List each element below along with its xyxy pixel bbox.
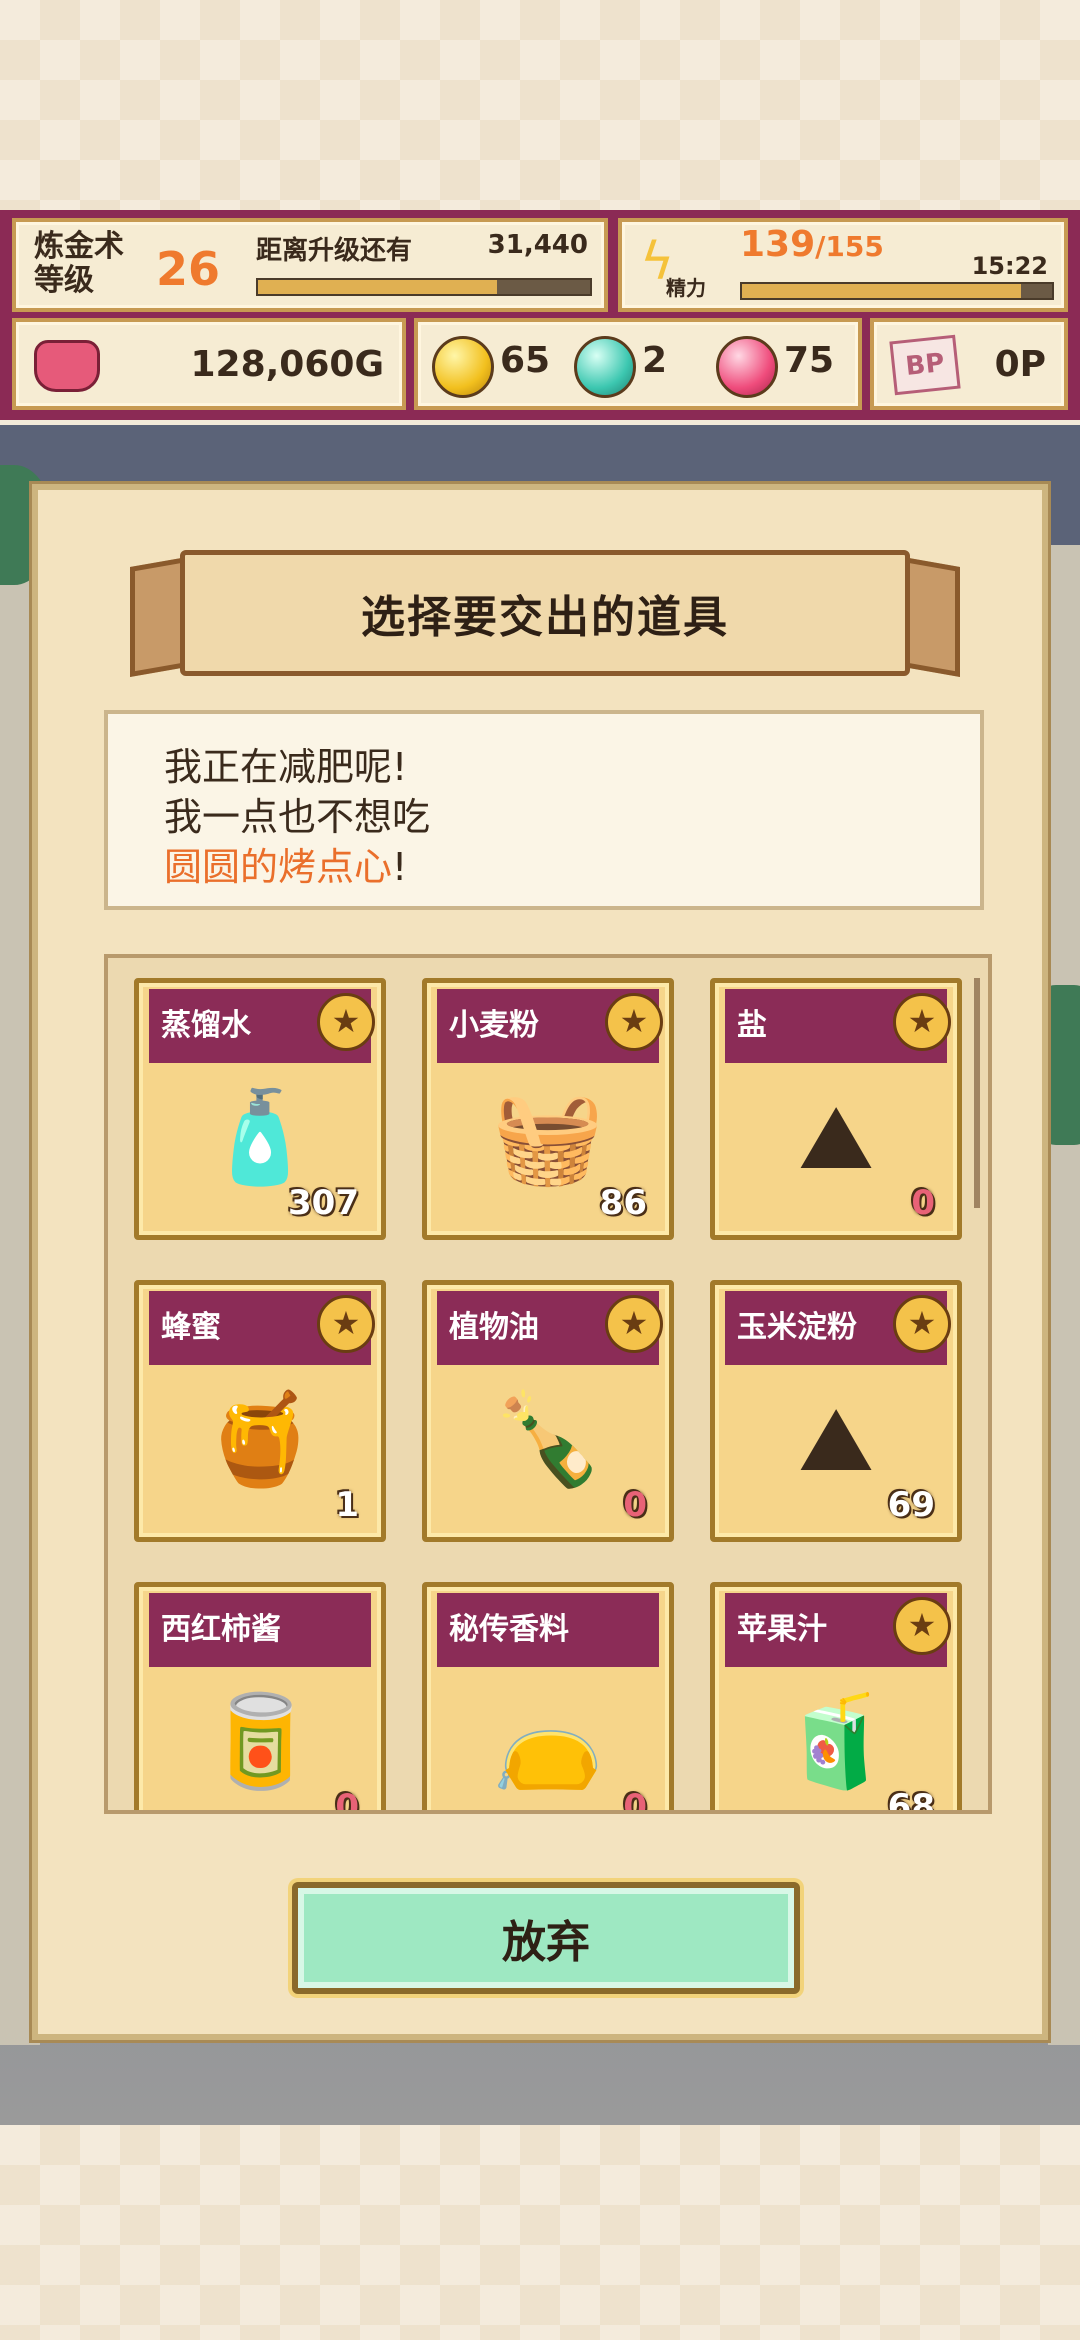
item-grid[interactable]: 蒸馏水 ★ 🧴 307 小麦粉 ★ 🧺 86 盐 ★ ⛰ 0 蜂蜜 ★ 🍯 1 植物油 ★ 🍾 0 玉米淀粉 ★ ⛰ 69 西红… [104, 954, 992, 1814]
flour-sack-icon: 🧺 [491, 1085, 605, 1190]
gold-panel[interactable]: 128,060G [12, 318, 406, 410]
item-card[interactable]: 小麦粉 ★ 🧺 86 [422, 978, 674, 1240]
item-card[interactable]: 西红柿酱 🥫 0 [134, 1582, 386, 1814]
speech-end: ! [392, 845, 408, 889]
star-icon: ★ [893, 1295, 951, 1353]
starch-pile-icon: ⛰ [798, 1387, 874, 1492]
energy-bar [740, 282, 1054, 300]
dialog-title-banner: 选择要交出的道具 [180, 550, 910, 676]
cyan-gem-icon [574, 336, 636, 398]
speech-highlight: 圆圆的烤点心 [164, 845, 393, 889]
pink-gem-icon [716, 336, 778, 398]
gems-panel[interactable]: 65 2 75 [414, 318, 862, 410]
yellow-gem-icon [432, 336, 494, 398]
item-count: 68 [887, 1787, 935, 1814]
honey-jar-icon: 🍯 [203, 1387, 317, 1492]
bp-icon: BP [889, 334, 961, 396]
item-count: 1 [335, 1485, 359, 1525]
item-name: 西红柿酱 [149, 1593, 371, 1667]
salt-pile-icon: ⛰ [798, 1085, 874, 1190]
item-card[interactable]: 盐 ★ ⛰ 0 [710, 978, 962, 1240]
item-count: 0 [623, 1485, 647, 1525]
energy-timer: 15:22 [971, 252, 1048, 280]
item-card[interactable]: 秘传香料 👝 0 [422, 1582, 674, 1814]
bottom-background [0, 2125, 1080, 2340]
item-grid-scrollbar[interactable] [974, 978, 980, 1208]
next-level-label: 距离升级还有 [256, 236, 413, 266]
energy-bar-fill [742, 284, 1021, 298]
item-count: 86 [599, 1183, 647, 1223]
dialog-title: 选择要交出的道具 [361, 592, 729, 643]
oil-bottle-icon: 🍾 [491, 1387, 605, 1492]
speech-line-2: 我一点也不想吃 [164, 795, 431, 839]
item-name: 秘传香料 [437, 1593, 659, 1667]
item-card[interactable]: 苹果汁 ★ 🧃 68 [710, 1582, 962, 1814]
gold-value: 128,060G [190, 344, 384, 385]
speech-line-1: 我正在减肥呢! [164, 745, 408, 789]
pink-gem-count: 75 [784, 340, 835, 381]
yellow-gem-count: 65 [500, 340, 551, 381]
abandon-button[interactable]: 放弃 [292, 1882, 800, 1994]
alchemy-level-panel: 炼金术 等级 26 距离升级还有 31,440 [12, 218, 608, 312]
speech-line-3: 圆圆的烤点心! [164, 842, 924, 892]
star-icon: ★ [893, 993, 951, 1051]
item-count: 0 [335, 1787, 359, 1814]
water-bottle-icon: 🧴 [203, 1085, 317, 1190]
apple-juice-icon: 🧃 [779, 1689, 893, 1794]
bp-value: 0P [994, 344, 1046, 385]
energy-value: 139/155 [740, 224, 884, 265]
item-select-dialog: 选择要交出的道具 我正在减肥呢! 我一点也不想吃 圆圆的烤点心! 蒸馏水 ★ 🧴 30… [32, 484, 1048, 2040]
top-background [0, 0, 1080, 210]
customer-speech: 我正在减肥呢! 我一点也不想吃 圆圆的烤点心! [104, 710, 984, 910]
exp-bar [256, 278, 592, 296]
level-value: 26 [156, 242, 221, 296]
item-count: 307 [288, 1183, 359, 1223]
energy-max: /155 [815, 230, 884, 263]
energy-current: 139 [740, 224, 816, 265]
item-card[interactable]: 玉米淀粉 ★ ⛰ 69 [710, 1280, 962, 1542]
bp-panel[interactable]: BP 0P [870, 318, 1068, 410]
item-count: 0 [911, 1183, 935, 1223]
item-count: 69 [887, 1485, 935, 1525]
energy-label: 精力 [666, 276, 706, 300]
spice-bag-icon: 👝 [491, 1689, 605, 1794]
star-icon: ★ [893, 1597, 951, 1655]
item-card[interactable]: 植物油 ★ 🍾 0 [422, 1280, 674, 1542]
star-icon: ★ [605, 993, 663, 1051]
status-hud: 炼金术 等级 26 距离升级还有 31,440 ϟ 精力 139/155 15:… [0, 210, 1080, 420]
star-icon: ★ [317, 993, 375, 1051]
ketchup-bottle-icon: 🥫 [203, 1689, 317, 1794]
cyan-gem-count: 2 [642, 340, 668, 381]
level-label: 炼金术 等级 [34, 229, 124, 298]
exp-remaining: 31,440 [487, 230, 588, 260]
energy-panel: ϟ 精力 139/155 15:22 [618, 218, 1068, 312]
star-icon: ★ [317, 1295, 375, 1353]
item-card[interactable]: 蜂蜜 ★ 🍯 1 [134, 1280, 386, 1542]
exp-bar-fill [258, 280, 498, 294]
item-card[interactable]: 蒸馏水 ★ 🧴 307 [134, 978, 386, 1240]
star-icon: ★ [605, 1295, 663, 1353]
purse-icon [34, 340, 100, 392]
item-count: 0 [623, 1787, 647, 1814]
